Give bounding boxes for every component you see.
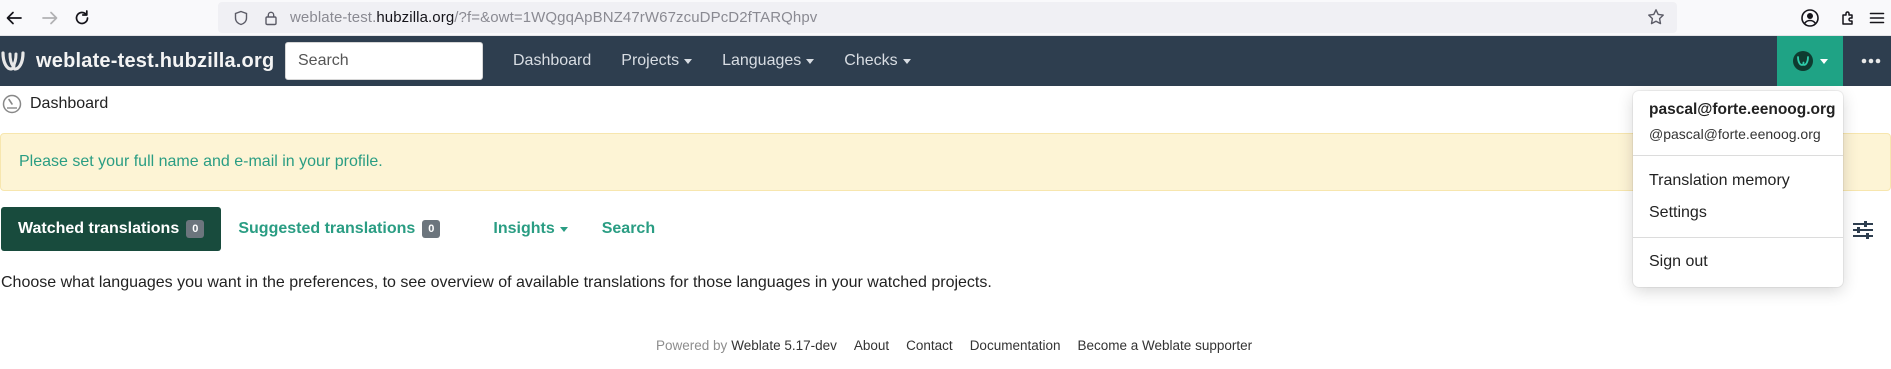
shield-icon[interactable]: [230, 7, 252, 29]
suggested-count-badge: 0: [422, 220, 441, 238]
caret-down-icon: [902, 58, 911, 64]
user-menu-button[interactable]: [1777, 36, 1843, 86]
lock-icon[interactable]: [260, 7, 282, 29]
nav-dashboard[interactable]: Dashboard: [498, 36, 606, 86]
nav-languages-label: Languages: [722, 52, 802, 69]
nav-checks[interactable]: Checks: [829, 36, 925, 86]
sliders-icon[interactable]: [1852, 220, 1874, 240]
tab-watched-label: Watched translations: [18, 220, 180, 237]
tab-insights-label: Insights: [493, 220, 555, 237]
nav-dashboard-label: Dashboard: [513, 52, 592, 69]
caret-down-icon: [1820, 58, 1828, 64]
weblate-version-link[interactable]: Weblate 5.17-dev: [731, 338, 837, 353]
menu-sign-out[interactable]: Sign out: [1649, 253, 1708, 271]
reload-icon[interactable]: [68, 4, 96, 32]
extensions-icon[interactable]: [1834, 4, 1862, 32]
menu-translation-memory[interactable]: Translation memory: [1649, 172, 1790, 190]
bookmark-star-icon[interactable]: [1645, 6, 1667, 28]
footer: Powered by Weblate 5.17-dev About Contac…: [656, 336, 1252, 354]
breadcrumb: Dashboard: [2, 93, 108, 115]
tab-search-label: Search: [601, 220, 656, 237]
brand-link[interactable]: weblate-test.hubzilla.org: [0, 36, 274, 86]
user-username[interactable]: @pascal@forte.eenoog.org: [1649, 126, 1821, 142]
more-options-icon[interactable]: [1851, 36, 1891, 86]
tab-search[interactable]: Search: [585, 207, 672, 251]
footer-about-link[interactable]: About: [854, 338, 889, 353]
nav-projects-label: Projects: [621, 52, 680, 69]
site-name[interactable]: weblate-test.hubzilla.org: [36, 50, 274, 73]
nav-menu: Dashboard Projects Languages Checks: [498, 36, 926, 86]
tab-suggested-translations[interactable]: Suggested translations 0: [221, 207, 457, 251]
user-dropdown-menu: pascal@forte.eenoog.org @pascal@forte.ee…: [1633, 91, 1843, 287]
footer-contact-link[interactable]: Contact: [906, 338, 953, 353]
weblate-logo-icon: [1, 51, 25, 71]
tab-insights[interactable]: Insights: [476, 207, 584, 251]
caret-down-icon: [559, 226, 568, 232]
caret-down-icon: [684, 58, 693, 64]
nav-projects[interactable]: Projects: [606, 36, 707, 86]
dashboard-gauge-icon: [2, 94, 22, 114]
watched-count-badge: 0: [186, 220, 205, 238]
user-avatar-icon: [1793, 51, 1813, 71]
tab-suggested-label: Suggested translations: [238, 220, 416, 237]
menu-divider: [1633, 155, 1843, 156]
tab-watched-translations[interactable]: Watched translations 0: [1, 207, 222, 251]
address-bar[interactable]: weblate-test.hubzilla.org/?f=&owt=1WQgqA…: [218, 2, 1677, 33]
search-input[interactable]: [285, 42, 483, 80]
menu-divider: [1633, 237, 1843, 238]
alert-text[interactable]: Please set your full name and e-mail in …: [19, 153, 383, 171]
user-full-name[interactable]: pascal@forte.eenoog.org: [1649, 101, 1836, 119]
forward-icon[interactable]: [36, 4, 64, 32]
caret-down-icon: [806, 58, 815, 64]
footer-documentation-link[interactable]: Documentation: [970, 338, 1061, 353]
profile-alert: Please set your full name and e-mail in …: [0, 133, 1891, 191]
preferences-info: Choose what languages you want in the pr…: [1, 274, 992, 291]
dashboard-tabs: Watched translations 0 Suggested transla…: [1, 207, 672, 251]
back-icon[interactable]: [0, 4, 28, 32]
footer-supporter-link[interactable]: Become a Weblate supporter: [1078, 338, 1253, 353]
powered-by-label: Powered by: [656, 337, 728, 353]
top-navbar: weblate-test.hubzilla.org Dashboard Proj…: [0, 36, 1891, 86]
url-text[interactable]: weblate-test.hubzilla.org/?f=&owt=1WQgqA…: [290, 9, 817, 26]
account-icon[interactable]: [1796, 4, 1824, 32]
menu-icon[interactable]: [1863, 4, 1891, 32]
nav-checks-label: Checks: [844, 52, 898, 69]
breadcrumb-dashboard[interactable]: Dashboard: [30, 95, 108, 113]
nav-languages[interactable]: Languages: [707, 36, 829, 86]
menu-settings[interactable]: Settings: [1649, 204, 1707, 222]
browser-toolbar: weblate-test.hubzilla.org/?f=&owt=1WQgqA…: [0, 0, 1891, 36]
